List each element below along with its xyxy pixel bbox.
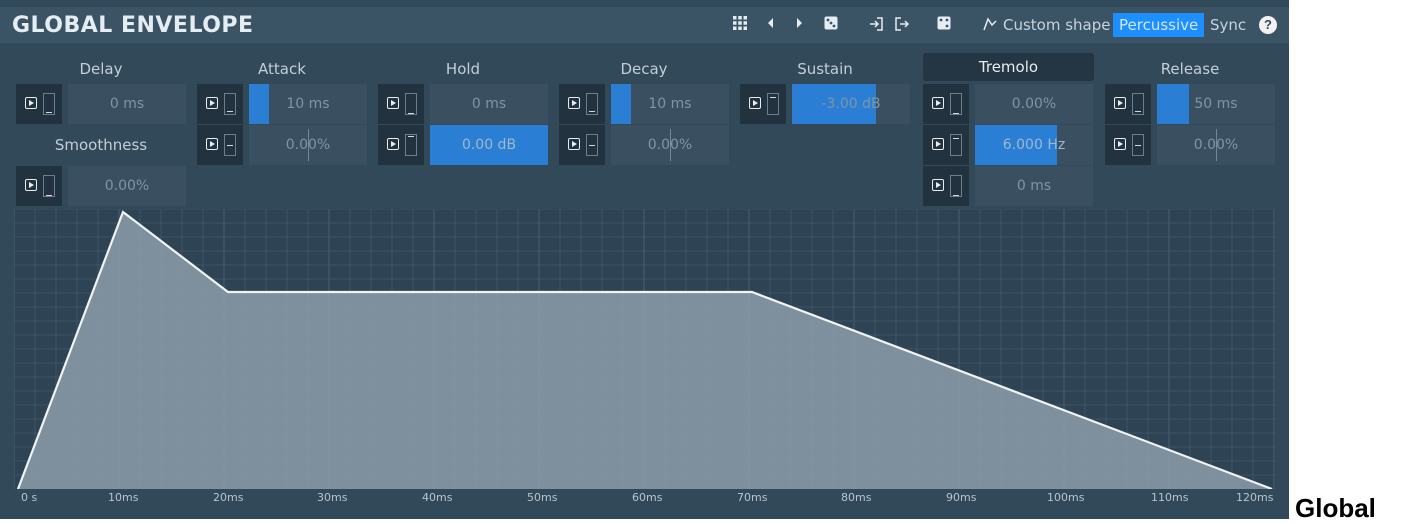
sustain-level-value: -3.00 dB xyxy=(821,96,881,112)
play-icon xyxy=(1114,138,1126,150)
hold-label: Hold xyxy=(445,60,481,78)
play-icon xyxy=(932,138,944,150)
decay-time-control[interactable]: 10 ms xyxy=(559,84,729,124)
delay-time-value: 0 ms xyxy=(109,96,145,112)
random-dice-icon[interactable] xyxy=(937,16,951,34)
axis-label: 50ms xyxy=(527,491,558,504)
randomize-dice-icon[interactable] xyxy=(824,16,838,34)
release-time-control[interactable]: 50 ms xyxy=(1105,84,1275,124)
axis-label: 80ms xyxy=(841,491,872,504)
previous-preset-icon[interactable] xyxy=(766,16,774,34)
modulation-button[interactable] xyxy=(923,125,969,165)
tremolo-tab[interactable]: Tremolo xyxy=(923,53,1094,81)
axis-label: 90ms xyxy=(946,491,977,504)
panel-title: GLOBAL ENVELOPE xyxy=(12,13,254,38)
presets-grid-icon[interactable] xyxy=(733,16,747,34)
play-icon xyxy=(206,138,218,150)
attack-shape-control[interactable]: 0.00% xyxy=(197,125,367,165)
play-icon xyxy=(932,97,944,109)
custom-shape-button[interactable]: Custom shape xyxy=(1003,15,1111,35)
axis-label: 30ms xyxy=(317,491,348,504)
decay-label: Decay xyxy=(620,60,668,78)
modulation-button[interactable] xyxy=(1105,125,1151,165)
smoothness-control[interactable]: 0.00% xyxy=(16,166,186,206)
release-shape-value: 0.00% xyxy=(1193,137,1239,153)
custom-shape-icon[interactable] xyxy=(982,16,998,36)
import-icon[interactable] xyxy=(868,16,884,36)
tremolo-rate-value: 6.000 Hz xyxy=(1002,137,1066,153)
axis-label: 110ms xyxy=(1151,491,1189,504)
release-shape-control[interactable]: 0.00% xyxy=(1105,125,1275,165)
modulation-button[interactable] xyxy=(1105,84,1151,124)
play-icon xyxy=(568,97,580,109)
attack-label: Attack xyxy=(258,60,306,78)
play-icon xyxy=(25,179,37,191)
axis-label: 20ms xyxy=(213,491,244,504)
play-icon xyxy=(387,138,399,150)
hold-time-control[interactable]: 0 ms xyxy=(378,84,548,124)
delay-label: Delay xyxy=(79,60,123,78)
sync-button[interactable]: Sync xyxy=(1210,15,1246,35)
smoothness-value: 0.00% xyxy=(104,178,150,194)
panel-header: GLOBAL ENVELOPE Custom shape Percussive … xyxy=(0,7,1289,43)
play-icon xyxy=(749,97,761,109)
sustain-label: Sustain xyxy=(797,60,853,78)
smoothness-label: Smoothness xyxy=(54,136,148,154)
play-icon xyxy=(25,97,37,109)
axis-label: 70ms xyxy=(737,491,768,504)
play-icon xyxy=(206,97,218,109)
attack-shape-value: 0.00% xyxy=(285,137,331,153)
modulation-button[interactable] xyxy=(378,125,424,165)
next-preset-icon[interactable] xyxy=(796,16,804,34)
hold-time-value: 0 ms xyxy=(471,96,507,112)
help-icon[interactable]: ? xyxy=(1259,16,1277,34)
play-icon xyxy=(387,97,399,109)
side-caption: Global xyxy=(1295,493,1376,523)
tremolo-rate-control[interactable]: 6.000 Hz xyxy=(923,125,1093,165)
attack-time-value: 10 ms xyxy=(286,96,330,112)
tremolo-delay-value: 0 ms xyxy=(1016,178,1052,194)
play-icon xyxy=(932,179,944,191)
modulation-button[interactable] xyxy=(197,84,243,124)
modulation-button[interactable] xyxy=(16,166,62,206)
modulation-button[interactable] xyxy=(378,84,424,124)
tremolo-depth-value: 0.00% xyxy=(1011,96,1057,112)
export-icon[interactable] xyxy=(894,16,910,36)
tremolo-delay-control[interactable]: 0 ms xyxy=(923,166,1093,206)
decay-shape-control[interactable]: 0.00% xyxy=(559,125,729,165)
hold-level-value: 0.00 dB xyxy=(461,137,517,153)
modulation-button[interactable] xyxy=(923,166,969,206)
sustain-level-control[interactable]: -3.00 dB xyxy=(740,84,910,124)
axis-label: 0 s xyxy=(21,491,38,504)
play-icon xyxy=(1114,97,1126,109)
modulation-button[interactable] xyxy=(559,84,605,124)
axis-label: 60ms xyxy=(632,491,663,504)
decay-time-value: 10 ms xyxy=(648,96,692,112)
modulation-button[interactable] xyxy=(16,84,62,124)
release-label: Release xyxy=(1160,60,1220,78)
axis-label: 100ms xyxy=(1047,491,1085,504)
attack-time-control[interactable]: 10 ms xyxy=(197,84,367,124)
axis-label: 120ms xyxy=(1236,491,1274,504)
axis-label: 10ms xyxy=(108,491,139,504)
release-time-value: 50 ms xyxy=(1194,96,1238,112)
decay-shape-value: 0.00% xyxy=(647,137,693,153)
global-envelope-panel: GLOBAL ENVELOPE Custom shape Percussive … xyxy=(0,0,1289,519)
modulation-button[interactable] xyxy=(740,84,786,124)
delay-time-control[interactable]: 0 ms xyxy=(16,84,186,124)
hold-level-control[interactable]: 0.00 dB xyxy=(378,125,548,165)
play-icon xyxy=(568,138,580,150)
modulation-button[interactable] xyxy=(197,125,243,165)
percussive-button[interactable]: Percussive xyxy=(1113,13,1205,37)
axis-label: 40ms xyxy=(422,491,453,504)
envelope-graph[interactable] xyxy=(14,209,1276,489)
modulation-button[interactable] xyxy=(559,125,605,165)
tremolo-depth-control[interactable]: 0.00% xyxy=(923,84,1093,124)
modulation-button[interactable] xyxy=(923,84,969,124)
